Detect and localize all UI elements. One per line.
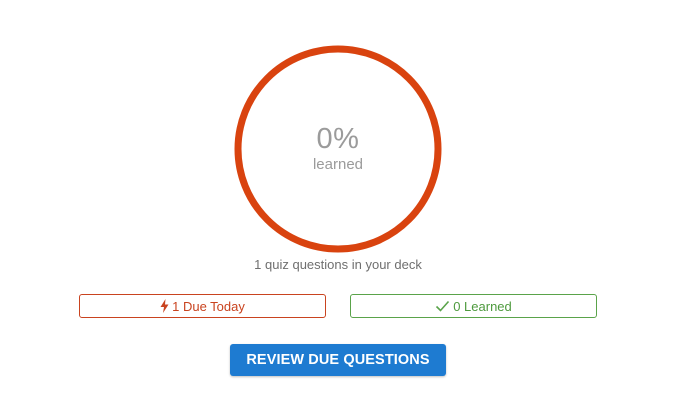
deck-question-count: 1 quiz questions in your deck <box>254 257 422 272</box>
review-due-questions-button[interactable]: REVIEW DUE QUESTIONS <box>230 344 446 376</box>
progress-ring: 0% learned <box>234 45 442 253</box>
lightning-bolt-icon <box>160 299 169 313</box>
progress-percent: 0% <box>316 123 360 155</box>
learned-badge[interactable]: 0 Learned <box>350 294 597 318</box>
learned-label: 0 Learned <box>453 298 512 314</box>
checkmark-icon <box>435 300 450 312</box>
due-today-label: 1 Due Today <box>172 298 245 314</box>
due-today-badge[interactable]: 1 Due Today <box>79 294 326 318</box>
progress-label: 0% learned <box>234 45 442 253</box>
progress-caption: learned <box>312 156 364 173</box>
